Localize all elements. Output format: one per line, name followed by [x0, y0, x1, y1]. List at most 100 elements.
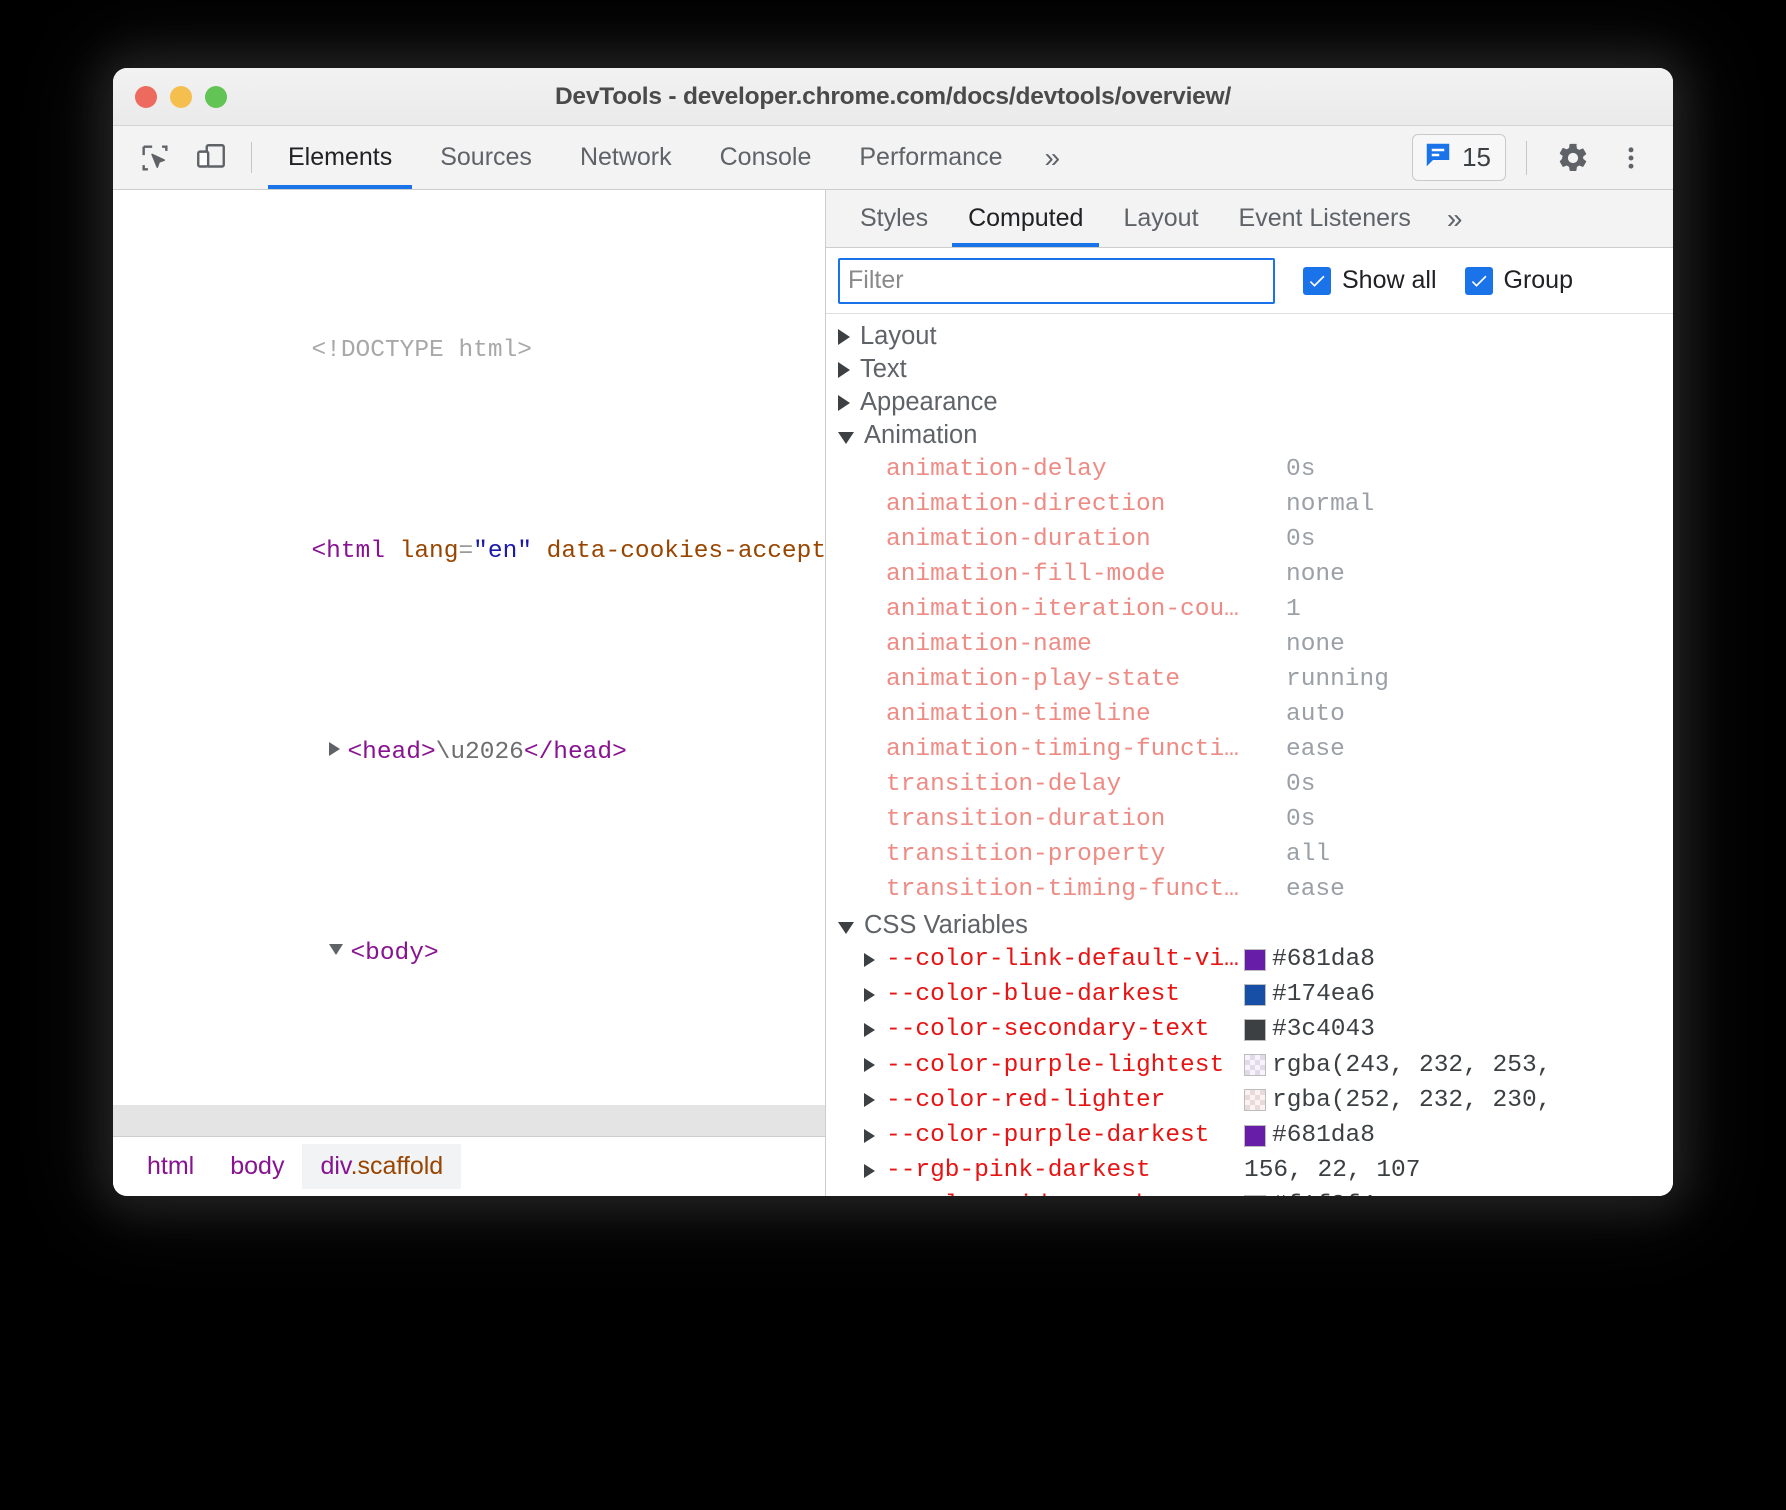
gear-icon[interactable]	[1547, 132, 1599, 184]
group-layout-label: Layout	[860, 322, 937, 351]
computed-property-row[interactable]: animation-fill-modenone	[826, 557, 1673, 592]
minimize-window-button[interactable]	[170, 86, 192, 108]
computed-property-row[interactable]: transition-propertyall	[826, 837, 1673, 872]
computed-property-row[interactable]: animation-delay0s	[826, 452, 1673, 487]
computed-property-row[interactable]: animation-timelineauto	[826, 697, 1673, 732]
collapse-animation-group-icon[interactable]	[838, 432, 854, 444]
dom-line-html[interactable]: <html lang="en" data-cookies-accepted>	[113, 502, 825, 603]
expand-variable-icon[interactable]	[864, 953, 875, 967]
more-sidebar-tabs-label: »	[1447, 203, 1463, 235]
group-text[interactable]: Text	[826, 353, 1673, 386]
property-name: animation-duration	[886, 526, 1286, 553]
computed-property-row[interactable]: animation-play-staterunning	[826, 662, 1673, 697]
group-appearance[interactable]: Appearance	[826, 386, 1673, 419]
color-swatch[interactable]	[1244, 984, 1266, 1006]
computed-property-row[interactable]: animation-timing-functi…ease	[826, 732, 1673, 767]
expand-appearance-group-icon[interactable]	[838, 395, 850, 411]
computed-property-row[interactable]: animation-duration0s	[826, 522, 1673, 557]
tab-console-label: Console	[720, 143, 812, 172]
tab-network[interactable]: Network	[556, 126, 696, 189]
close-window-button[interactable]	[135, 86, 157, 108]
dom-line-body[interactable]: <body>	[113, 904, 825, 1005]
expand-variable-icon[interactable]	[864, 1058, 875, 1072]
computed-properties-list[interactable]: Layout Text Appearance Animation anim	[826, 314, 1673, 1196]
computed-property-row[interactable]: transition-timing-funct…ease	[826, 872, 1673, 907]
computed-property-row[interactable]: transition-delay0s	[826, 767, 1673, 802]
css-variable-row[interactable]: --color-purple-lightest rgba(243, 232, 2…	[826, 1048, 1673, 1083]
window-titlebar: DevTools - developer.chrome.com/docs/dev…	[113, 68, 1673, 126]
expand-variable-icon[interactable]	[864, 1129, 875, 1143]
kebab-menu-icon[interactable]	[1605, 132, 1657, 184]
show-all-checkbox[interactable]: Show all	[1303, 266, 1437, 295]
variable-name: --rgb-pink-darkest	[886, 1157, 1244, 1184]
dom-line-scaffold[interactable]: ⋯ <div class="scaffold">grid == $0	[113, 1105, 825, 1137]
group-css-variables[interactable]: CSS Variables	[826, 909, 1673, 942]
computed-property-row[interactable]: animation-namenone	[826, 627, 1673, 662]
css-variable-row[interactable]: --color-red-lighter rgba(252, 232, 230,	[826, 1083, 1673, 1118]
inspect-element-icon[interactable]	[127, 126, 183, 189]
more-panels-chevron-icon[interactable]: »	[1026, 126, 1078, 189]
more-sidebar-tabs-chevron-icon[interactable]: »	[1431, 190, 1479, 247]
color-swatch[interactable]	[1244, 1089, 1266, 1111]
color-swatch[interactable]	[1244, 949, 1266, 971]
dom-tree[interactable]: <!DOCTYPE html> <html lang="en" data-coo…	[113, 190, 825, 1136]
group-checkbox-box[interactable]	[1465, 267, 1493, 295]
color-swatch[interactable]	[1244, 1195, 1266, 1196]
computed-filter-row: Show all Group	[826, 248, 1673, 314]
computed-property-row[interactable]: animation-iteration-cou…1	[826, 592, 1673, 627]
computed-property-row[interactable]: animation-directionnormal	[826, 487, 1673, 522]
expand-variable-icon[interactable]	[864, 1023, 875, 1037]
css-variable-row[interactable]: --color-link-default-vi… #681da8	[826, 942, 1673, 977]
property-name: animation-timeline	[886, 701, 1286, 728]
tab-performance[interactable]: Performance	[835, 126, 1026, 189]
color-swatch[interactable]	[1244, 1125, 1266, 1147]
property-name: animation-iteration-cou…	[886, 596, 1286, 623]
collapse-css-variables-group-icon[interactable]	[838, 922, 854, 934]
group-checkbox[interactable]: Group	[1465, 266, 1573, 295]
tab-event-listeners[interactable]: Event Listeners	[1219, 190, 1431, 247]
expand-layout-group-icon[interactable]	[838, 329, 850, 345]
property-value: ease	[1286, 876, 1345, 903]
device-toolbar-icon[interactable]	[183, 126, 239, 189]
breadcrumb-item-body[interactable]: body	[212, 1144, 302, 1189]
css-variable-row[interactable]: --color-blue-darkest #174ea6	[826, 977, 1673, 1012]
color-swatch[interactable]	[1244, 1054, 1266, 1076]
tab-sources[interactable]: Sources	[416, 126, 556, 189]
group-layout[interactable]: Layout	[826, 320, 1673, 353]
css-variable-row[interactable]: --color-side-nav-hover #f1f3f4	[826, 1188, 1673, 1196]
tab-layout[interactable]: Layout	[1103, 190, 1218, 247]
collapse-body-icon[interactable]	[329, 944, 343, 955]
color-swatch[interactable]	[1244, 1019, 1266, 1041]
property-value: 0s	[1286, 526, 1315, 553]
issues-button[interactable]: 15	[1412, 134, 1506, 181]
variable-value-group: #174ea6	[1244, 981, 1375, 1008]
css-variable-row[interactable]: --rgb-pink-darkest 156, 22, 107	[826, 1153, 1673, 1188]
tab-computed[interactable]: Computed	[948, 190, 1103, 247]
group-animation[interactable]: Animation	[826, 419, 1673, 452]
css-variable-row[interactable]: --color-purple-darkest #681da8	[826, 1118, 1673, 1153]
tab-styles[interactable]: Styles	[840, 190, 948, 247]
show-all-checkbox-box[interactable]	[1303, 267, 1331, 295]
maximize-window-button[interactable]	[205, 86, 227, 108]
dom-line-doctype[interactable]: <!DOCTYPE html>	[113, 301, 825, 402]
breadcrumb-item-div-scaffold[interactable]: div.scaffold	[302, 1144, 461, 1189]
issues-message-icon	[1423, 140, 1453, 175]
tab-elements[interactable]: Elements	[264, 126, 416, 189]
variable-value-group: #681da8	[1244, 946, 1375, 973]
property-value: 1	[1286, 596, 1301, 623]
expand-text-group-icon[interactable]	[838, 362, 850, 378]
expand-head-icon[interactable]	[329, 742, 340, 756]
css-variable-row[interactable]: --color-secondary-text #3c4043	[826, 1012, 1673, 1047]
breadcrumb-div-tag: div	[320, 1152, 350, 1180]
expand-variable-icon[interactable]	[864, 988, 875, 1002]
devtools-window: DevTools - developer.chrome.com/docs/dev…	[113, 68, 1673, 1196]
filter-input[interactable]	[838, 258, 1275, 304]
property-name: transition-timing-funct…	[886, 876, 1286, 903]
property-value: auto	[1286, 701, 1345, 728]
breadcrumb-item-html[interactable]: html	[129, 1144, 212, 1189]
computed-property-row[interactable]: transition-duration0s	[826, 802, 1673, 837]
expand-variable-icon[interactable]	[864, 1164, 875, 1178]
dom-line-head[interactable]: <head>\u2026</head>	[113, 703, 825, 804]
expand-variable-icon[interactable]	[864, 1093, 875, 1107]
tab-console[interactable]: Console	[696, 126, 836, 189]
